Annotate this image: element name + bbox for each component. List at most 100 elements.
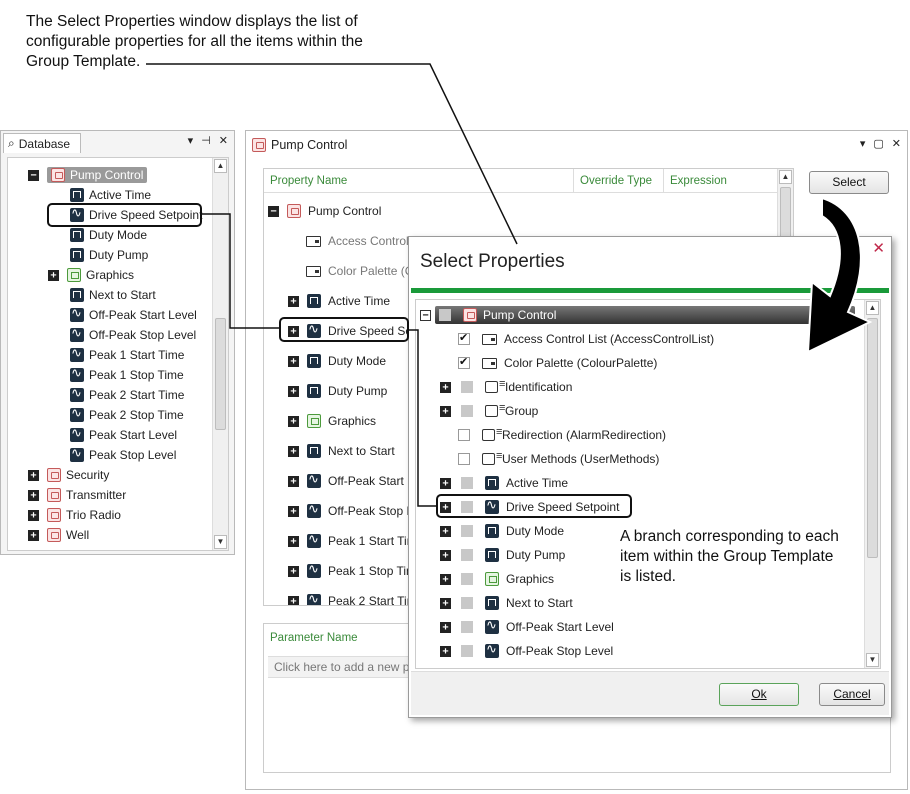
expand-icon[interactable]: + <box>288 535 299 547</box>
checkbox[interactable] <box>461 621 473 633</box>
scroll-thumb[interactable] <box>215 318 226 430</box>
select-tree-item[interactable]: + Identification <box>440 377 572 397</box>
checkbox[interactable] <box>461 549 473 561</box>
expand-icon[interactable]: + <box>288 355 299 367</box>
scroll-down-icon[interactable]: ▼ <box>214 535 227 549</box>
database-tree-item[interactable]: + Well <box>28 525 89 545</box>
database-tree-item[interactable]: Peak 2 Stop Time <box>51 405 184 425</box>
database-tree-item[interactable]: Duty Mode <box>51 225 147 245</box>
property-tree-item[interactable]: + Peak 1 Start Tin <box>288 531 413 551</box>
cancel-button[interactable]: Cancel <box>819 683 885 706</box>
database-tree-item[interactable]: Peak 2 Start Time <box>51 385 184 405</box>
expand-icon[interactable]: + <box>440 645 451 657</box>
select-tree-item[interactable]: + Next to Start <box>440 593 573 613</box>
database-tree-item[interactable]: Active Time <box>51 185 151 205</box>
database-tree-item[interactable]: Duty Pump <box>51 245 148 265</box>
checkbox[interactable] <box>461 405 473 417</box>
expand-icon[interactable]: + <box>48 269 59 281</box>
maximize-icon[interactable]: ▢ <box>873 137 883 150</box>
close-icon[interactable]: ✕ <box>219 134 228 147</box>
database-tab[interactable]: ⌕ Database <box>3 133 81 153</box>
select-tree-item[interactable]: + Group <box>440 401 538 421</box>
checkbox[interactable] <box>461 573 473 585</box>
checkbox[interactable] <box>458 429 470 441</box>
select-tree-item[interactable]: Access Control List (AccessControlList) <box>458 329 714 349</box>
scroll-up-icon[interactable]: ▲ <box>779 170 792 184</box>
collapse-icon[interactable]: − <box>420 309 431 321</box>
database-tree-item[interactable]: Peak Stop Level <box>51 445 176 465</box>
database-tree-item[interactable]: + Graphics <box>48 265 134 285</box>
database-tree-item[interactable]: Peak 1 Stop Time <box>51 365 184 385</box>
root-item-highlight[interactable]: Pump Control <box>435 306 855 324</box>
expand-icon[interactable]: + <box>440 525 451 537</box>
expand-icon[interactable]: + <box>288 415 299 427</box>
column-parameter-name[interactable]: Parameter Name <box>270 632 358 644</box>
expand-icon[interactable]: + <box>440 381 451 393</box>
property-tree-item[interactable]: + Duty Mode <box>288 351 386 371</box>
expand-icon[interactable]: + <box>440 621 451 633</box>
checkbox[interactable] <box>458 331 470 345</box>
select-tree-item[interactable]: + Duty Pump <box>440 545 565 565</box>
pin-icon[interactable]: ⊣ <box>201 134 211 147</box>
scroll-thumb[interactable] <box>867 318 878 558</box>
property-tree-item[interactable]: + Next to Start <box>288 441 395 461</box>
expand-icon[interactable]: + <box>288 295 299 307</box>
checkbox[interactable] <box>461 525 473 537</box>
property-tree-item[interactable]: + Graphics <box>288 411 376 431</box>
select-tree-item[interactable]: + Off-Peak Stop Level <box>440 641 613 661</box>
property-tree-item[interactable]: + Peak 1 Stop Tin <box>288 561 413 581</box>
expand-icon[interactable]: + <box>288 595 299 605</box>
expand-icon[interactable]: + <box>440 549 451 561</box>
dropdown-icon[interactable]: ▾ <box>860 137 866 150</box>
close-icon[interactable]: ✕ <box>892 137 901 150</box>
expand-icon[interactable]: + <box>288 475 299 487</box>
select-tree-item[interactable]: Redirection (AlarmRedirection) <box>458 425 666 445</box>
checkbox[interactable] <box>461 477 473 489</box>
expand-icon[interactable]: + <box>288 445 299 457</box>
checkbox[interactable] <box>458 355 470 369</box>
expand-icon[interactable]: + <box>28 469 39 481</box>
database-scrollbar[interactable]: ▲ ▼ <box>212 158 228 550</box>
expand-icon[interactable]: + <box>288 505 299 517</box>
database-tree-item[interactable]: Next to Start <box>51 285 156 305</box>
expand-icon[interactable]: + <box>28 529 39 541</box>
collapse-icon[interactable]: − <box>268 205 279 217</box>
select-tree-item[interactable]: + Graphics <box>440 569 554 589</box>
column-expression[interactable]: Expression <box>664 169 779 193</box>
expand-icon[interactable]: + <box>440 597 451 609</box>
property-tree-item[interactable]: + Off-Peak Stop L <box>288 501 413 521</box>
select-tree-item[interactable]: User Methods (UserMethods) <box>458 449 659 469</box>
scroll-up-icon[interactable]: ▲ <box>866 301 879 315</box>
expand-icon[interactable]: + <box>440 573 451 585</box>
expand-icon[interactable]: + <box>28 509 39 521</box>
database-tree-item[interactable]: Peak 1 Start Time <box>51 345 184 365</box>
expand-icon[interactable]: + <box>288 565 299 577</box>
dialog-scrollbar[interactable]: ▲ ▼ <box>864 300 880 668</box>
column-property-name[interactable]: Property Name <box>264 169 574 193</box>
database-tree-item[interactable]: Off-Peak Stop Level <box>51 325 196 345</box>
property-tree-item[interactable]: + Active Time <box>288 291 390 311</box>
property-tree-item[interactable]: Color Palette (C <box>306 261 413 281</box>
property-tree-item[interactable]: − Pump Control <box>268 201 381 221</box>
checkbox[interactable] <box>458 453 470 465</box>
scroll-down-icon[interactable]: ▼ <box>866 653 879 667</box>
select-tree-item[interactable]: + Active Time <box>440 473 568 493</box>
ok-button[interactable]: Ok <box>719 683 799 706</box>
expand-icon[interactable]: + <box>288 385 299 397</box>
select-button[interactable]: Select <box>809 171 889 194</box>
expand-icon[interactable]: + <box>440 477 451 489</box>
close-icon[interactable]: ✕ <box>872 239 885 257</box>
collapse-icon[interactable]: − <box>28 169 39 181</box>
scroll-up-icon[interactable]: ▲ <box>214 159 227 173</box>
dropdown-icon[interactable]: ▾ <box>188 134 194 147</box>
select-tree-item[interactable]: + Duty Mode <box>440 521 564 541</box>
checkbox[interactable] <box>461 381 473 393</box>
expand-icon[interactable]: + <box>440 405 451 417</box>
column-override-type[interactable]: Override Type <box>574 169 664 193</box>
database-tree-item[interactable]: Peak Start Level <box>51 425 177 445</box>
property-tree-item[interactable]: + Off-Peak Start L <box>288 471 414 491</box>
select-tree-item[interactable]: − Pump Control <box>420 305 860 325</box>
property-tree-item[interactable]: + Duty Pump <box>288 381 387 401</box>
database-tree-item[interactable]: + Trio Radio <box>28 505 121 525</box>
database-tree-item[interactable]: Off-Peak Start Level <box>51 305 197 325</box>
